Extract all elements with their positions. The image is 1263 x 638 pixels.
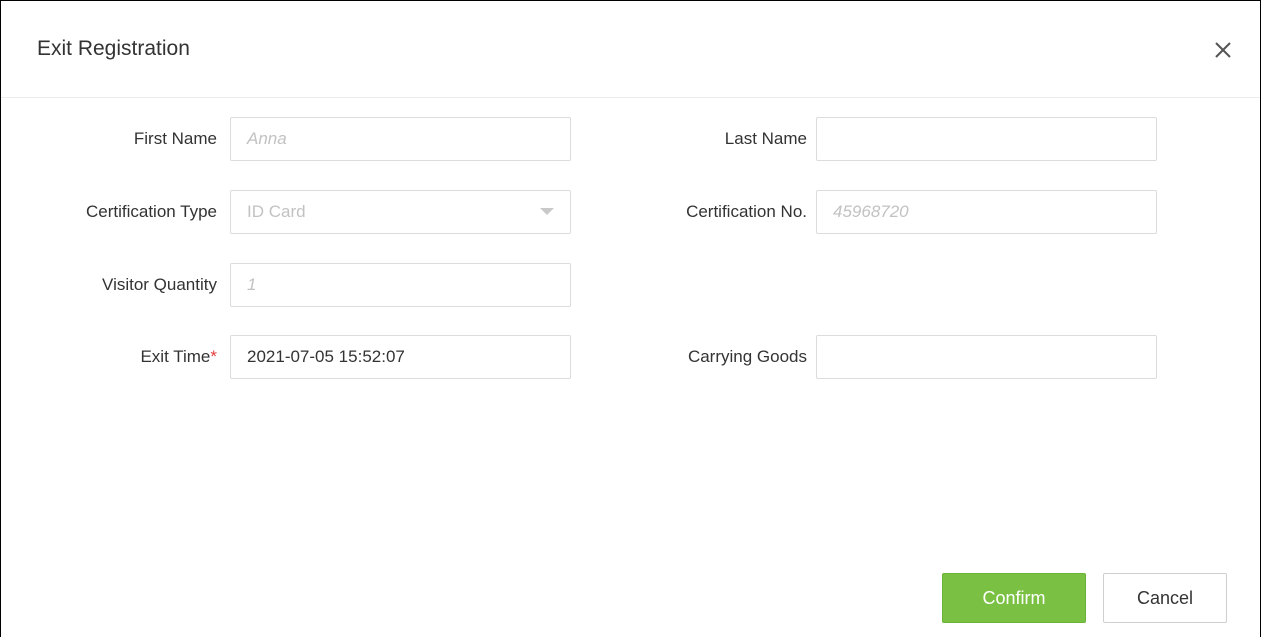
certification-type-value: ID Card <box>247 202 306 221</box>
dialog-header: Exit Registration <box>1 1 1260 98</box>
cancel-button[interactable]: Cancel <box>1103 573 1227 623</box>
exit-time-field[interactable] <box>230 335 571 379</box>
visitor-quantity-label: Visitor Quantity <box>102 275 217 294</box>
carrying-goods-field[interactable] <box>816 335 1157 379</box>
required-mark: * <box>210 347 217 366</box>
carrying-goods-input[interactable] <box>833 337 1156 377</box>
close-icon <box>1215 42 1231 58</box>
certification-no-label: Certification No. <box>686 202 807 221</box>
certification-no-field[interactable]: 45968720 <box>816 190 1157 234</box>
certification-no-value: 45968720 <box>833 202 909 221</box>
last-name-field[interactable] <box>816 117 1157 161</box>
exit-time-label-text: Exit Time <box>140 347 211 366</box>
visitor-quantity-field[interactable]: 1 <box>230 263 571 307</box>
close-button[interactable] <box>1208 35 1238 65</box>
certification-type-select[interactable]: ID Card <box>230 190 571 234</box>
certification-type-label: Certification Type <box>85 202 217 221</box>
carrying-goods-label: Carrying Goods <box>687 347 807 366</box>
confirm-button[interactable]: Confirm <box>942 573 1086 623</box>
first-name-label: First Name <box>133 129 217 148</box>
exit-time-input[interactable] <box>247 337 570 377</box>
visitor-quantity-value: 1 <box>247 275 257 294</box>
dialog-title: Exit Registration <box>37 37 190 60</box>
chevron-down-icon <box>540 208 554 215</box>
first-name-field[interactable]: Anna <box>230 117 571 161</box>
last-name-input[interactable] <box>833 119 1156 159</box>
exit-registration-dialog: Exit Registration First Name Anna Last N… <box>0 0 1261 637</box>
exit-time-label: Exit Time* <box>140 347 217 367</box>
last-name-label: Last Name <box>724 129 807 148</box>
first-name-value: Anna <box>247 129 287 148</box>
